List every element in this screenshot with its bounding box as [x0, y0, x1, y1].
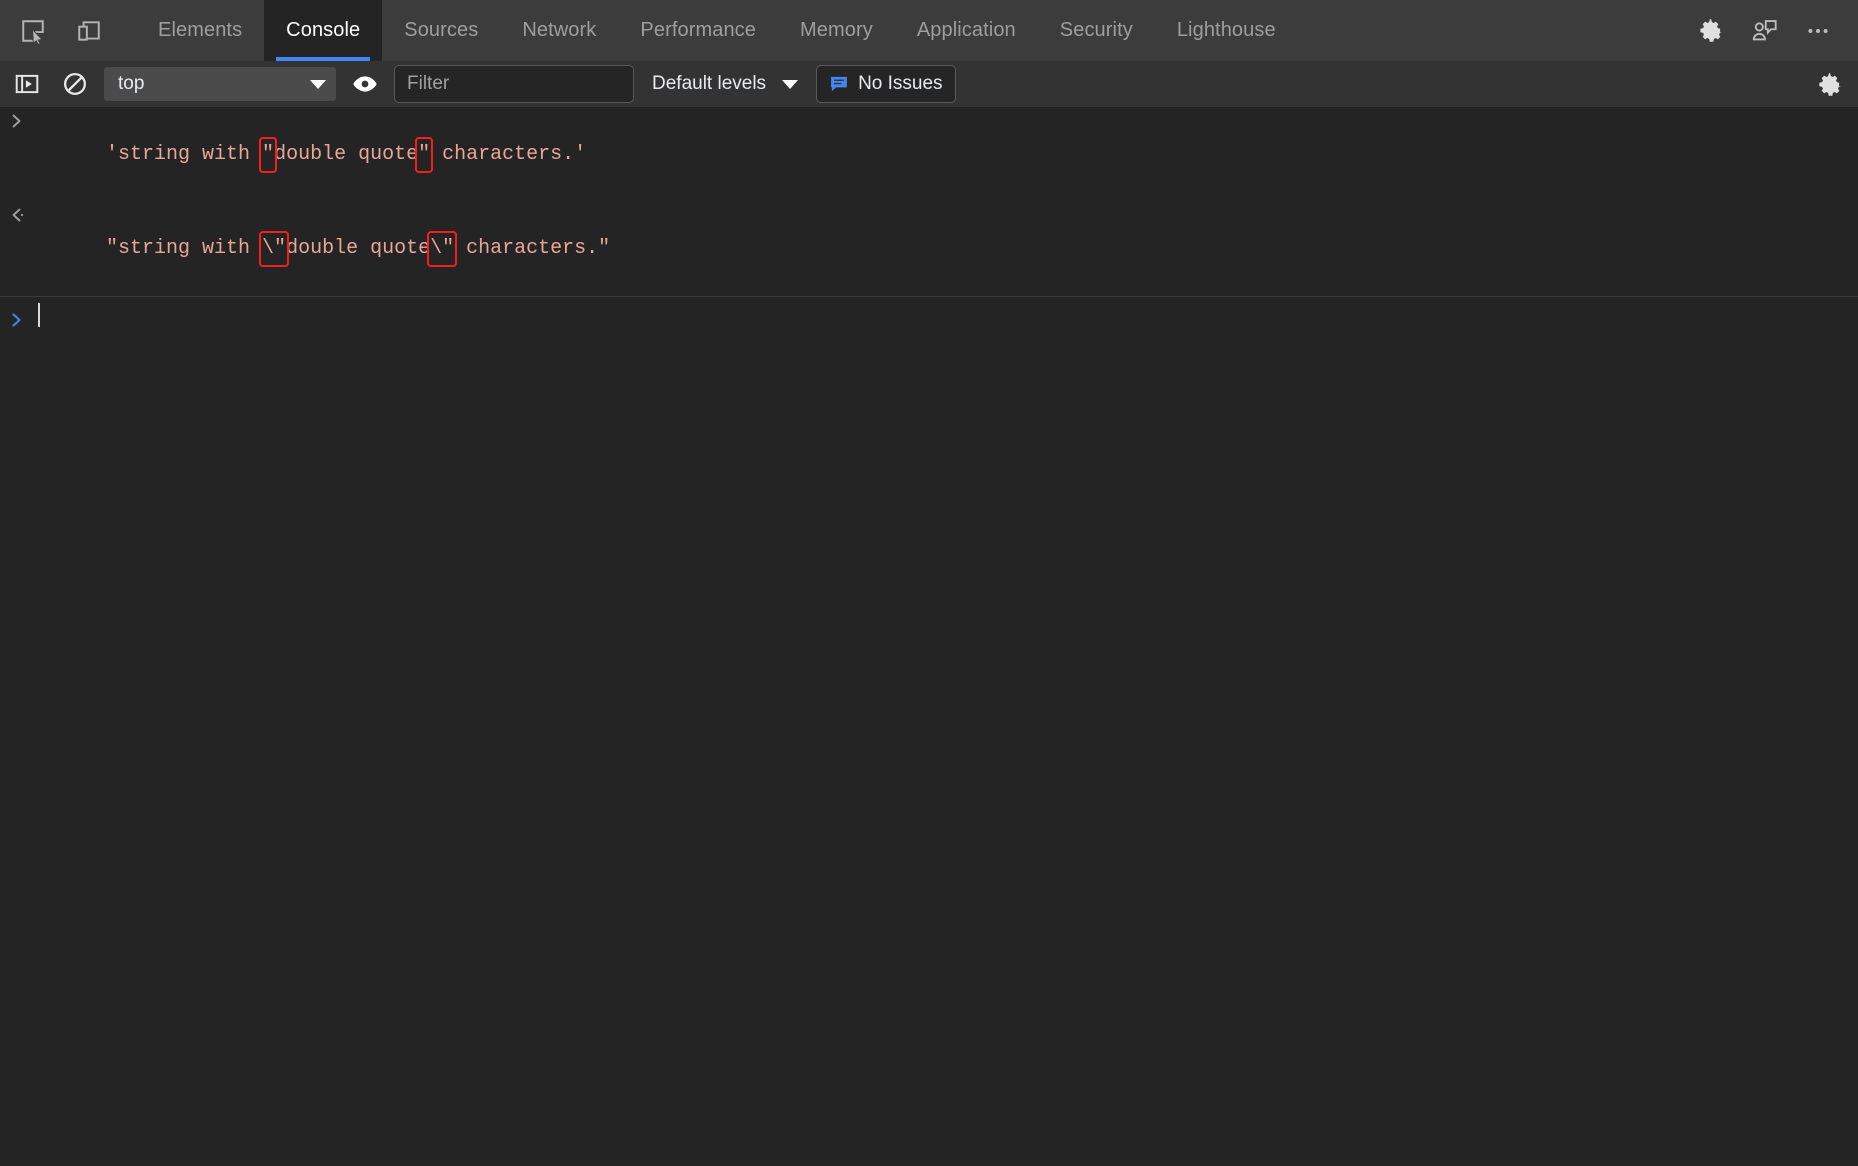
gear-icon — [1699, 19, 1722, 42]
tab-label: Network — [522, 19, 597, 41]
tab-label: Elements — [158, 19, 243, 41]
console-message-list[interactable]: 'string with "double quote" characters.'… — [0, 108, 1858, 1166]
msg-segment: \" — [430, 237, 455, 260]
console-filter-input[interactable] — [394, 65, 634, 103]
tab-sources[interactable]: Sources — [382, 0, 500, 61]
inspect-element-button[interactable] — [12, 10, 54, 52]
console-row-gutter — [0, 204, 34, 223]
tab-label: Memory — [800, 19, 873, 41]
tab-memory[interactable]: Memory — [778, 0, 895, 61]
tab-lighthouse[interactable]: Lighthouse — [1155, 0, 1298, 61]
console-prompt-row[interactable] — [0, 297, 1858, 337]
devtools-tabbar-actions — [1688, 0, 1858, 61]
console-settings-button[interactable] — [1810, 65, 1848, 103]
issues-status-badge[interactable]: No Issues — [816, 65, 956, 103]
inspect-element-icon — [22, 19, 44, 44]
tab-label: Performance — [640, 19, 756, 41]
msg-segment: \" — [262, 237, 287, 260]
input-chevron-icon — [12, 114, 21, 128]
gear-icon — [1818, 72, 1841, 96]
prompt-chevron-icon — [12, 312, 21, 327]
msg-segment: 'string with — [106, 143, 263, 166]
execution-context-selector[interactable]: top — [104, 67, 336, 101]
tab-performance[interactable]: Performance — [618, 0, 778, 61]
tab-label: Application — [916, 19, 1016, 41]
console-filter-toolbar: top Default levels No Issues — [0, 61, 1858, 108]
clear-console-icon — [64, 73, 86, 95]
msg-segment: " — [418, 143, 431, 166]
live-expression-button[interactable] — [346, 65, 384, 103]
chevron-down-icon — [782, 79, 799, 89]
tab-elements[interactable]: Elements — [136, 0, 264, 61]
console-sidebar-icon — [15, 74, 39, 94]
device-toolbar-button[interactable] — [68, 10, 110, 52]
tab-network[interactable]: Network — [500, 0, 618, 61]
msg-segment: characters.' — [430, 143, 587, 166]
device-toolbar-icon — [78, 20, 100, 41]
msg-segment: double quote — [274, 143, 419, 166]
log-levels-selector[interactable]: Default levels — [644, 67, 806, 101]
eye-icon — [353, 76, 377, 92]
devtools-tabbar: Elements Console Sources Network Perform… — [0, 0, 1858, 61]
output-chevron-icon — [12, 208, 24, 222]
msg-segment: double quote — [286, 237, 431, 260]
text-cursor — [38, 302, 40, 327]
issues-bubble-icon — [831, 76, 847, 92]
devtools-tool-icons — [0, 0, 110, 61]
msg-segment: " — [262, 143, 275, 166]
highlight-box-close-quote: " — [415, 137, 434, 173]
devtools-tab-list: Elements Console Sources Network Perform… — [136, 0, 1298, 61]
feedback-button[interactable] — [1742, 9, 1786, 53]
console-input-message[interactable]: 'string with "double quote" characters.' — [0, 108, 1858, 202]
tab-label: Console — [286, 19, 361, 41]
highlight-box-escaped-open-quote: \" — [259, 231, 290, 267]
tab-label: Security — [1059, 19, 1133, 41]
highlight-box-escaped-close-quote: \" — [427, 231, 458, 267]
msg-segment: "string with — [106, 237, 263, 260]
highlight-box-open-quote: " — [259, 137, 278, 173]
tab-application[interactable]: Application — [895, 0, 1038, 61]
console-output-message[interactable]: "string with \"double quote\" characters… — [0, 202, 1858, 297]
execution-context-value: top — [118, 73, 145, 94]
tab-console[interactable]: Console — [264, 0, 383, 61]
chevron-down-icon — [310, 79, 326, 89]
console-row-gutter — [0, 110, 34, 129]
more-options-icon — [1808, 28, 1828, 33]
feedback-icon — [1752, 19, 1777, 40]
console-prompt-gutter — [0, 309, 34, 328]
console-prompt-input[interactable] — [34, 302, 40, 334]
console-output-text: "string with \"double quote\" characters… — [34, 204, 610, 294]
msg-segment: characters." — [454, 237, 611, 260]
log-levels-label: Default levels — [652, 73, 767, 94]
tab-label: Sources — [404, 19, 479, 41]
issues-label: No Issues — [858, 73, 943, 94]
console-sidebar-toggle-button[interactable] — [8, 65, 46, 103]
more-options-button[interactable] — [1796, 9, 1840, 53]
tab-label: Lighthouse — [1176, 19, 1276, 41]
settings-button[interactable] — [1688, 9, 1732, 53]
tab-security[interactable]: Security — [1038, 0, 1155, 61]
clear-console-button[interactable] — [56, 65, 94, 103]
console-input-text: 'string with "double quote" characters.' — [34, 110, 586, 200]
